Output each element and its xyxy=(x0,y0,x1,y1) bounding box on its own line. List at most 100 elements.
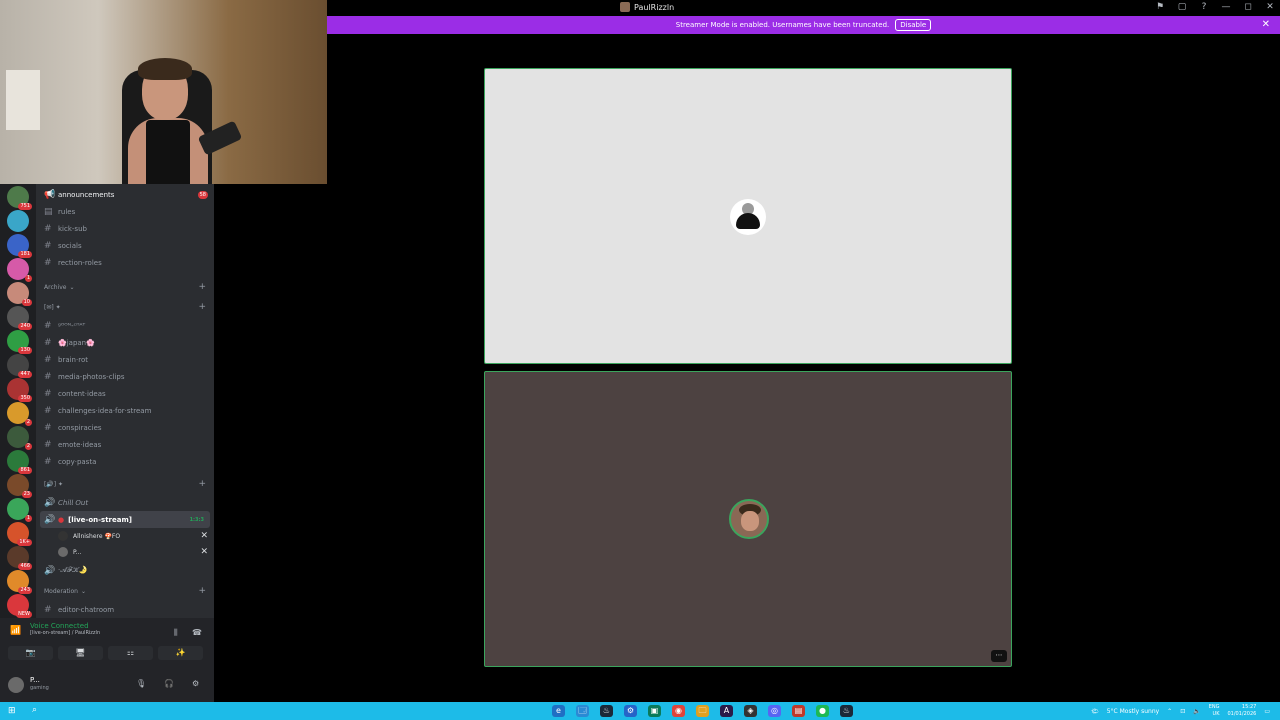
server-icon[interactable]: 466 xyxy=(7,546,32,570)
server-icon[interactable]: 350 xyxy=(7,378,32,402)
channel-label: 𝘊𝘩𝘪𝘭𝘭 𝘖𝘶𝘵 xyxy=(58,498,89,507)
server-icon[interactable] xyxy=(7,210,29,232)
add-channel-icon[interactable]: + xyxy=(198,302,206,312)
voice-connected-panel: 📶 Voice Connected [live-on-stream] / Pau… xyxy=(6,622,208,638)
channel-socials[interactable]: # socials xyxy=(36,237,214,254)
voice-channel-afk[interactable]: 🔊 ·𝓐𝓕𝓚🌛 xyxy=(36,562,214,579)
soundboard-button[interactable]: ✨ xyxy=(158,646,203,660)
voice-section-header[interactable]: [🔊] ✦ + xyxy=(36,474,214,494)
search-icon[interactable]: ⌕ xyxy=(32,705,37,715)
steam-icon[interactable]: ♨ xyxy=(600,705,613,717)
obs-icon[interactable]: ◈ xyxy=(744,705,757,717)
server-icon[interactable]: 10 xyxy=(7,282,32,306)
inbox-icon[interactable]: ⚑ xyxy=(1154,2,1166,12)
gear-icon[interactable]: ⚙ xyxy=(192,679,199,688)
headphones-icon[interactable]: 🎧 xyxy=(164,679,174,688)
screen-share-button[interactable]: 🖥 xyxy=(58,646,103,660)
channel-goon-chat[interactable]: # ᵍᴼᴼᴺ-ᶜᴴᴬᵀ xyxy=(36,317,214,334)
channel-announcements[interactable]: 📢 announcements 58 xyxy=(36,186,214,203)
section-label: [✉] ✦ xyxy=(44,303,61,311)
screen-icon[interactable]: ▢ xyxy=(1176,2,1188,12)
server-icon[interactable]: NEW xyxy=(7,594,32,618)
server-icon[interactable]: 2 xyxy=(7,402,32,426)
server-icon[interactable]: 447 xyxy=(7,354,32,378)
help-icon[interactable]: ? xyxy=(1198,2,1210,12)
add-channel-icon[interactable]: + xyxy=(198,586,206,596)
explorer-icon[interactable]: 🗔 xyxy=(576,705,589,717)
weather-icon[interactable]: 🌤 xyxy=(1091,708,1099,715)
chrome-icon[interactable]: ◉ xyxy=(672,705,685,717)
activities-button[interactable]: ⚏ xyxy=(108,646,153,660)
category-archive[interactable]: Archive ⌄ + xyxy=(36,277,214,297)
more-options-icon[interactable]: ⋯ xyxy=(991,650,1007,662)
participant-tile[interactable] xyxy=(484,68,1012,364)
channel-challenges[interactable]: # challenges·idea·for·stream xyxy=(36,402,214,419)
channel-media-photos-clips[interactable]: # media-photos-clips xyxy=(36,368,214,385)
chevron-up-icon[interactable]: ⌃ xyxy=(1167,708,1172,715)
category-moderation[interactable]: Moderation ⌄ + xyxy=(36,581,214,601)
edge-icon[interactable]: e xyxy=(552,705,565,717)
channel-content-ideas[interactable]: # content·ideas xyxy=(36,385,214,402)
clock[interactable]: 15:27 01/01/2026 xyxy=(1228,704,1257,718)
channel-copy-pasta[interactable]: # copy·pasta xyxy=(36,453,214,470)
channel-editor-chatroom[interactable]: # editor-chatroom xyxy=(36,601,214,618)
camera-button[interactable]: 📷 xyxy=(8,646,53,660)
section-header[interactable]: [✉] ✦ + xyxy=(36,297,214,317)
network-icon[interactable]: ⊡ xyxy=(1180,708,1185,715)
server-icon[interactable]: 861 xyxy=(7,450,32,474)
participant-tile-speaking[interactable]: ⋯ xyxy=(484,371,1012,667)
voice-channel-chill-out[interactable]: 🔊 𝘊𝘩𝘪𝘭𝘭 𝘖𝘶𝘵 xyxy=(36,494,214,511)
server-icon[interactable]: 23 xyxy=(7,474,32,498)
server-icon[interactable]: 1K+ xyxy=(7,522,32,546)
steam-icon[interactable]: ♨ xyxy=(840,705,853,717)
disconnect-icon[interactable]: ☎ xyxy=(192,628,202,637)
voice-user[interactable]: Allnishere 🍄FO ✕ xyxy=(36,528,214,544)
voice-user[interactable]: P... ✕ xyxy=(36,544,214,560)
channel-conspiracies[interactable]: # conspiracies xyxy=(36,419,214,436)
channel-emote-ideas[interactable]: # emote·ideas xyxy=(36,436,214,453)
language-indicator[interactable]: ENG UK xyxy=(1209,704,1220,718)
category-label: Moderation xyxy=(44,587,78,595)
weather-text[interactable]: 5°C Mostly sunny xyxy=(1107,708,1159,715)
channel-brain-rot[interactable]: # brain·rot xyxy=(36,351,214,368)
settings-icon[interactable]: ⚙ xyxy=(624,705,637,717)
hash-icon: # xyxy=(44,257,52,268)
channel-rules[interactable]: ▤ rules xyxy=(36,203,214,220)
app-icon[interactable]: ▣ xyxy=(648,705,661,717)
voice-channel-live-on-stream[interactable]: 🔊 ● [live-on-stream] 1:3:3 xyxy=(40,511,210,528)
server-icon[interactable]: 240 xyxy=(7,306,32,330)
noise-suppression-icon[interactable]: ⫼ xyxy=(174,628,178,638)
disable-button[interactable]: Disable xyxy=(895,19,932,31)
server-badge: 1 xyxy=(24,515,32,522)
folder-icon[interactable]: 🗀 xyxy=(696,705,709,717)
server-icon[interactable]: 243 xyxy=(7,570,32,594)
server-icon[interactable]: 2 xyxy=(7,426,32,450)
banner-close-icon[interactable]: ✕ xyxy=(1262,19,1270,30)
maximize-button[interactable]: ◻ xyxy=(1242,2,1254,12)
volume-icon[interactable]: 🔈 xyxy=(1193,708,1200,715)
close-button[interactable]: ✕ xyxy=(1264,2,1276,12)
channel-rection-roles[interactable]: # rection-roles xyxy=(36,254,214,271)
discord-icon[interactable]: ◎ xyxy=(768,705,781,717)
adobe-icon[interactable]: A xyxy=(720,705,733,717)
server-icon[interactable]: 751 xyxy=(7,186,32,210)
server-icon[interactable]: 181 xyxy=(7,234,32,258)
wall-paper xyxy=(6,70,40,130)
app-icon[interactable]: ▤ xyxy=(792,705,805,717)
start-icon[interactable]: ⊞ xyxy=(8,706,16,716)
microphone-icon[interactable]: 🎙 xyxy=(136,679,146,688)
spotify-icon[interactable]: ● xyxy=(816,705,829,717)
hash-icon: # xyxy=(44,604,52,615)
channel-japan[interactable]: # 🌸japan🌸 xyxy=(36,334,214,351)
notification-icon[interactable]: ▭ xyxy=(1264,708,1270,715)
add-channel-icon[interactable]: + xyxy=(198,282,206,292)
minimize-button[interactable]: — xyxy=(1220,2,1232,12)
server-icon[interactable]: 130 xyxy=(7,330,32,354)
server-icon[interactable]: 1 xyxy=(7,498,32,522)
channel-label: emote·ideas xyxy=(58,440,102,449)
server-icon[interactable]: 1 xyxy=(7,258,32,282)
channel-kick-sub[interactable]: # kick-sub xyxy=(36,220,214,237)
signal-icon[interactable]: 📶 xyxy=(10,626,21,636)
add-channel-icon[interactable]: + xyxy=(198,479,206,489)
avatar[interactable] xyxy=(8,677,24,693)
